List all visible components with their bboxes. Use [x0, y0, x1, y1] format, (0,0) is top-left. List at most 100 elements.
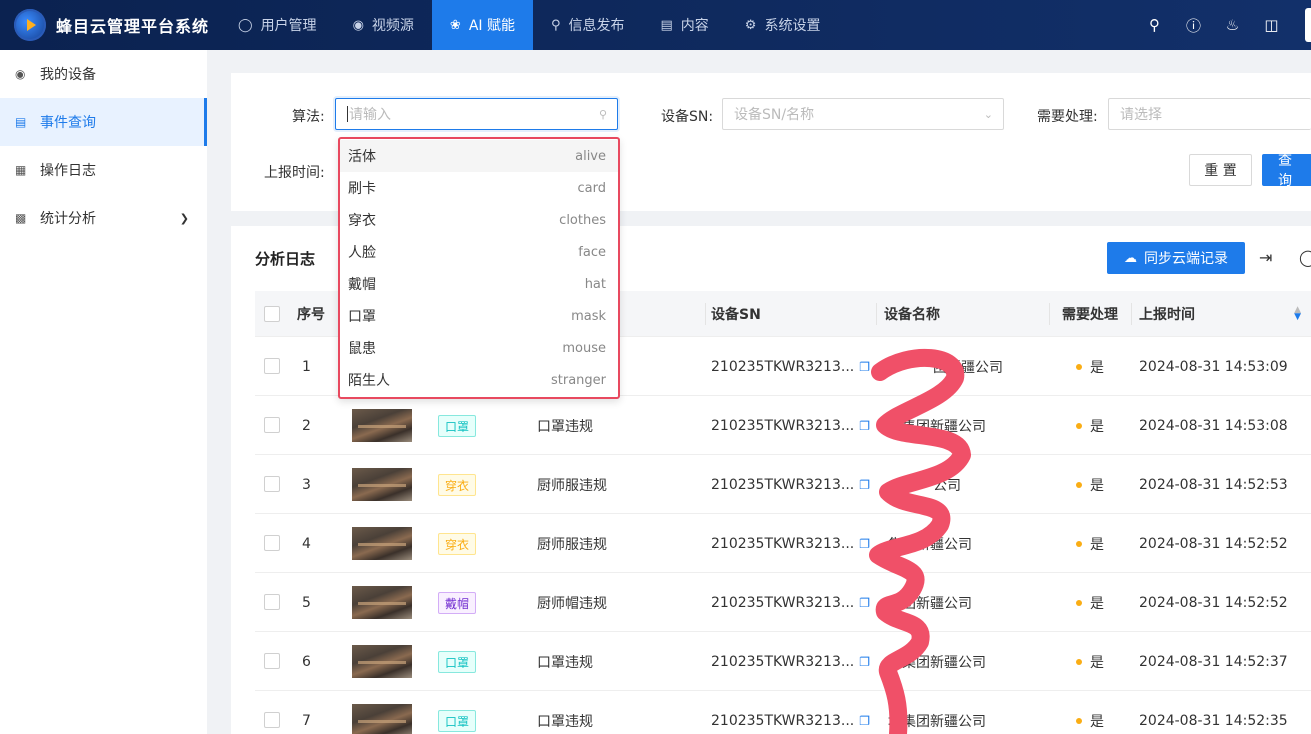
report-time: 2024-08-31 14:52:37 [1139, 653, 1288, 670]
dropdown-option-mouse[interactable]: 鼠患 mouse [340, 332, 618, 364]
event-thumbnail[interactable] [352, 527, 412, 560]
copy-icon[interactable]: ❐ [859, 714, 870, 728]
status-dot-icon [1076, 363, 1082, 370]
table-row[interactable]: 5 戴帽 厨师帽违规 210235TKWR3213... ❐ 集团新疆公司 是 2024-08… [255, 573, 1311, 632]
need-status: 是 [1076, 337, 1104, 396]
row-checkbox[interactable] [264, 358, 280, 374]
algo-tag: 穿衣 [438, 474, 477, 496]
nav-info-publish[interactable]: ⚲ 信息发布 [533, 0, 643, 50]
event-thumbnail[interactable] [352, 704, 412, 734]
report-time: 2024-08-31 14:52:52 [1139, 594, 1288, 611]
column-divider [876, 303, 877, 325]
option-label: 刷卡 [348, 181, 376, 197]
row-checkbox[interactable] [264, 712, 280, 728]
status-dot-icon [1076, 540, 1082, 547]
row-checkbox[interactable] [264, 476, 280, 492]
row-checkbox[interactable] [264, 535, 280, 551]
nav-content[interactable]: ▤ 内容 [643, 0, 727, 50]
device-sn: 210235TKWR3213... ❐ [711, 358, 870, 375]
dropdown-option-clothes[interactable]: 穿衣 clothes [340, 204, 618, 236]
status-dot-icon [1076, 599, 1082, 606]
option-label: 陌生人 [348, 373, 390, 389]
table-row[interactable]: 4 穿衣 厨师服违规 210235TKWR3213... ❐ 集团新疆公司 是 2024-08… [255, 514, 1311, 573]
query-button[interactable]: 查 询 [1262, 153, 1311, 189]
search-icon[interactable]: ⚲ [1135, 16, 1174, 34]
reset-button[interactable]: 重 置 [1189, 154, 1252, 186]
row-checkbox[interactable] [264, 594, 280, 610]
dropdown-option-mask[interactable]: 口罩 mask [340, 300, 618, 332]
chevron-down-icon: ❯ [179, 211, 189, 225]
nav-ai-empower[interactable]: ❀ AI 赋能 [431, 0, 533, 50]
dropdown-option-card[interactable]: 刷卡 card [340, 172, 618, 204]
row-index: 5 [302, 594, 311, 611]
camera-icon: ◉ [15, 67, 26, 81]
option-value: stranger [550, 372, 606, 388]
row-checkbox[interactable] [264, 653, 280, 669]
copy-icon[interactable]: ❐ [859, 537, 870, 551]
dropdown-option-face[interactable]: 人脸 face [340, 236, 618, 268]
report-time: 2024-08-31 14:52:35 [1139, 712, 1288, 729]
option-value: face [578, 244, 606, 260]
need-select[interactable]: 请选择 [1108, 98, 1311, 130]
table-row[interactable]: 7 口罩 口罩违规 210235TKWR3213... ❐ 地集团新疆公司 是 2024-08… [255, 691, 1311, 734]
row-index: 2 [302, 417, 311, 434]
event-thumbnail[interactable] [352, 409, 412, 442]
app-title: 蜂目云管理平台系统 [56, 17, 210, 36]
table-row[interactable]: 2 口罩 口罩违规 210235TKWR3213... ❐ 地集团新疆公司 是 2024-08… [255, 396, 1311, 455]
ai-icon: ❀ [449, 17, 461, 33]
sn-select[interactable]: 设备SN/名称 ⌄ [722, 98, 1004, 130]
status-dot-icon [1076, 717, 1082, 724]
sync-cloud-button[interactable]: ☁ 同步云端记录 [1107, 242, 1245, 274]
option-value: mouse [562, 340, 606, 356]
app-logo[interactable]: 蜂目云管理平台系统 [0, 0, 220, 50]
dropdown-option-alive[interactable]: 活体 alive [340, 140, 618, 172]
nav-system-settings[interactable]: ⚙ 系统设置 [727, 0, 839, 50]
column-divider [1049, 303, 1050, 325]
dropdown-option-hat[interactable]: 戴帽 hat [340, 268, 618, 300]
copy-icon[interactable]: ❐ [859, 360, 870, 374]
algo-input[interactable]: 请输入 ⚲ [335, 98, 618, 130]
sidebar-item-event-query[interactable]: ▤ 事件查询 [0, 98, 207, 146]
copy-icon[interactable]: ❐ [859, 478, 870, 492]
sidebar-item-my-devices[interactable]: ◉ 我的设备 [0, 50, 207, 98]
logo-icon [14, 9, 46, 41]
export-icon[interactable]: ⇥ [1259, 248, 1272, 267]
col-time[interactable]: 上报时间 ▲ ▼ [1139, 291, 1311, 337]
table-row[interactable]: 6 口罩 口罩违规 210235TKWR3213... ❐ 地集团新疆公司 是 2024-08… [255, 632, 1311, 691]
table-row[interactable]: 3 穿衣 厨师服违规 210235TKWR3213... ❐ 公司 是 2024-08-31 … [255, 455, 1311, 514]
nav-video-source[interactable]: ◉ 视频源 [335, 0, 432, 50]
layout-icon[interactable]: ◫ [1252, 16, 1291, 34]
event-thumbnail[interactable] [352, 586, 412, 619]
device-name: 地集团新疆公司 [888, 418, 986, 435]
algo-tag: 口罩 [438, 651, 477, 673]
event-thumbnail[interactable] [352, 645, 412, 678]
refresh-icon[interactable]: ◯ [1299, 248, 1311, 267]
sort-icon[interactable]: ▲ ▼ [1294, 306, 1301, 322]
row-checkbox[interactable] [264, 417, 280, 433]
user-icon: ◯ [238, 17, 253, 33]
event-thumbnail[interactable] [352, 468, 412, 501]
help-icon[interactable]: ⓘ [1174, 15, 1213, 36]
sidebar-item-operation-log[interactable]: ▦ 操作日志 [0, 146, 207, 194]
copy-icon[interactable]: ❐ [859, 596, 870, 610]
event-type: 口罩违规 [537, 713, 593, 730]
search-icon: ⚲ [598, 107, 607, 121]
col-sn: 设备SN [711, 307, 761, 323]
row-index: 3 [302, 476, 311, 493]
report-time: 2024-08-31 14:53:09 [1139, 358, 1288, 375]
option-label: 戴帽 [348, 277, 376, 293]
device-name: 地集团新疆公司 [888, 654, 986, 671]
select-all-checkbox[interactable] [264, 306, 280, 322]
algo-tag: 穿衣 [438, 533, 477, 555]
dropdown-option-stranger[interactable]: 陌生人 stranger [340, 364, 618, 396]
algo-tag: 口罩 [438, 710, 477, 732]
nav-user-management[interactable]: ◯ 用户管理 [220, 0, 335, 50]
event-type: 厨师服违规 [537, 536, 607, 553]
bell-icon[interactable]: ♨ [1213, 16, 1252, 34]
device-name: 集团新疆公司 [888, 595, 972, 612]
sidebar-item-statistics[interactable]: ▩ 统计分析 ❯ [0, 194, 207, 242]
broadcast-icon: ⚲ [550, 17, 561, 33]
copy-icon[interactable]: ❐ [859, 419, 870, 433]
copy-icon[interactable]: ❐ [859, 655, 870, 669]
event-type: 厨师帽违规 [537, 595, 607, 612]
